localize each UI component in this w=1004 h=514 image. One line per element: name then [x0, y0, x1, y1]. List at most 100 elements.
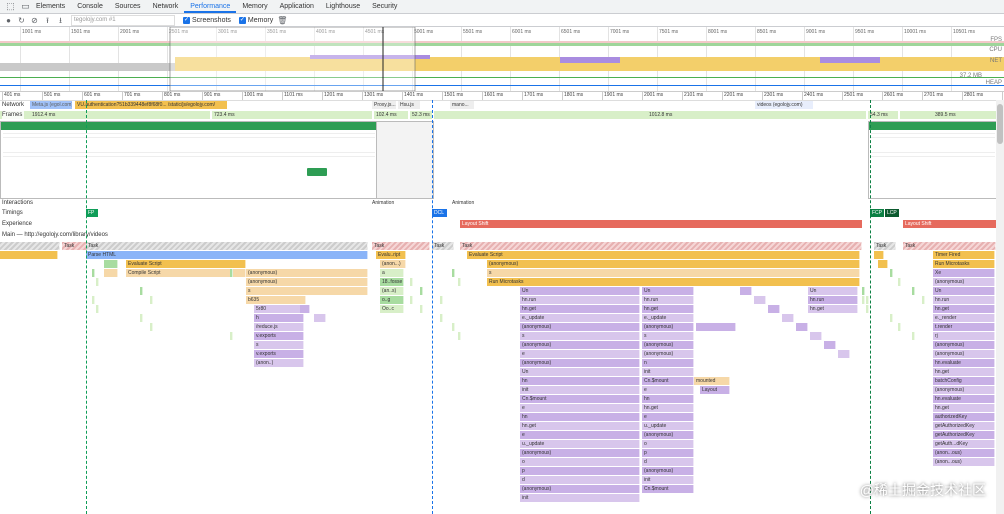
- flame-entry[interactable]: [862, 296, 865, 304]
- flame-entry[interactable]: [898, 278, 901, 286]
- flame-entry[interactable]: d: [520, 476, 640, 484]
- frame-bar[interactable]: 54.3 ms: [868, 111, 898, 119]
- frame-bar[interactable]: 723.4 ms: [212, 111, 372, 119]
- flame-entry[interactable]: hn.evaluate: [933, 395, 995, 403]
- flame-entry[interactable]: Task: [86, 242, 368, 250]
- flame-entry[interactable]: (anonymous): [520, 485, 640, 493]
- flame-entry[interactable]: Xe: [933, 269, 995, 277]
- flame-entry[interactable]: (anonymous): [933, 350, 995, 358]
- timings-track-label[interactable]: Timings: [2, 209, 25, 218]
- flame-entry[interactable]: [410, 296, 413, 304]
- flame-entry[interactable]: [230, 269, 233, 277]
- flame-entry[interactable]: Evalu..ript: [376, 251, 406, 259]
- flame-entry[interactable]: [92, 269, 95, 277]
- reload-icon[interactable]: ↻: [17, 16, 26, 25]
- flame-entry[interactable]: [420, 305, 423, 313]
- flame-entry[interactable]: [782, 314, 794, 322]
- flame-entry[interactable]: hn.get: [933, 404, 995, 412]
- flame-entry[interactable]: (anonymous): [642, 431, 694, 439]
- flame-entry[interactable]: 5r80: [254, 305, 304, 313]
- flame-entry[interactable]: getAuthorizedKey: [933, 431, 995, 439]
- flame-entry[interactable]: [440, 296, 443, 304]
- frames-track-label[interactable]: Frames: [2, 111, 25, 120]
- flame-entry[interactable]: (anon...ous): [933, 449, 995, 457]
- flame-entry[interactable]: p: [520, 467, 640, 475]
- flame-entry[interactable]: (anonymous): [520, 323, 640, 331]
- flame-entry[interactable]: [696, 323, 736, 331]
- flame-entry[interactable]: [314, 314, 326, 322]
- flame-entry[interactable]: [898, 323, 901, 331]
- flame-entry[interactable]: mounted: [694, 377, 730, 385]
- flame-entry[interactable]: h: [254, 314, 304, 322]
- flame-entry[interactable]: s: [254, 341, 304, 349]
- flame-entry[interactable]: v.exports: [254, 350, 304, 358]
- trash-icon[interactable]: 🗑: [277, 16, 287, 25]
- flame-entry[interactable]: [754, 296, 766, 304]
- frame-bar[interactable]: 1912.4 ms: [0, 111, 210, 119]
- flame-entry[interactable]: (anonymous): [487, 260, 860, 268]
- flame-entry[interactable]: s: [246, 287, 368, 295]
- flame-entry[interactable]: Timer Fired: [933, 251, 995, 259]
- flame-entry[interactable]: s: [487, 269, 860, 277]
- flame-entry[interactable]: e._update: [642, 314, 694, 322]
- flame-entry[interactable]: [96, 305, 99, 313]
- flame-entry[interactable]: Un: [808, 287, 858, 295]
- interactions-track-label[interactable]: Interactions: [2, 199, 36, 208]
- flame-entry[interactable]: [922, 296, 925, 304]
- upload-icon[interactable]: ⭱: [43, 16, 52, 25]
- tab-lighthouse[interactable]: Lighthouse: [320, 0, 366, 13]
- flame-entry[interactable]: e._update: [520, 314, 640, 322]
- flame-entry[interactable]: Compile Script: [126, 269, 246, 277]
- flame-entry[interactable]: getAuthorizedKey: [933, 422, 995, 430]
- screenshot-thumbnail[interactable]: [868, 121, 998, 199]
- flame-entry[interactable]: init: [520, 386, 640, 394]
- flame-entry[interactable]: (anonymous): [933, 386, 995, 394]
- network-request[interactable]: VU.authentication?51b339448ef8f68f0... /…: [75, 101, 227, 109]
- timing-fcp[interactable]: FCP: [870, 209, 884, 217]
- flame-entry[interactable]: Parse HTML: [86, 251, 368, 259]
- download-icon[interactable]: ⭳: [56, 16, 65, 25]
- timing-lcp[interactable]: LCP: [885, 209, 899, 217]
- vertical-scrollbar[interactable]: [996, 100, 1004, 514]
- flame-entry[interactable]: Oo..c: [380, 305, 404, 313]
- flame-entry[interactable]: o: [642, 440, 694, 448]
- flame-entry[interactable]: init: [642, 476, 694, 484]
- flame-entry[interactable]: Run Microtasks: [487, 278, 860, 286]
- flame-entry[interactable]: [878, 260, 888, 268]
- flame-entry[interactable]: t.render: [933, 323, 995, 331]
- flame-entry[interactable]: s: [520, 332, 640, 340]
- flame-entry[interactable]: n: [642, 359, 694, 367]
- frame-bar[interactable]: 389.5 ms: [900, 111, 996, 119]
- flame-entry[interactable]: [458, 332, 461, 340]
- flame-entry[interactable]: [140, 287, 143, 295]
- flame-entry[interactable]: [230, 332, 233, 340]
- flame-entry[interactable]: [912, 287, 915, 295]
- flame-entry[interactable]: hn.get: [642, 305, 694, 313]
- device-toolbar-icon[interactable]: ▭: [21, 1, 30, 11]
- layout-shift-bar[interactable]: Layout Shift: [460, 220, 862, 228]
- flame-entry[interactable]: d: [642, 458, 694, 466]
- overview-selection-window[interactable]: [169, 27, 416, 91]
- flame-entry[interactable]: Task: [874, 242, 896, 250]
- flame-entry[interactable]: [890, 269, 893, 277]
- network-request[interactable]: Proxy.js...: [372, 101, 396, 109]
- flame-entry[interactable]: hn.run: [520, 296, 640, 304]
- tab-network[interactable]: Network: [147, 0, 185, 13]
- flame-entry[interactable]: hn.run: [808, 296, 858, 304]
- flame-entry[interactable]: hn.run: [933, 296, 995, 304]
- record-icon[interactable]: ●: [4, 16, 13, 25]
- flame-entry[interactable]: [866, 296, 869, 304]
- tab-performance[interactable]: Performance: [184, 0, 237, 13]
- flame-entry[interactable]: Task: [460, 242, 862, 250]
- clear-icon[interactable]: ⊘: [30, 16, 39, 25]
- flame-entry[interactable]: (anonymous): [933, 278, 995, 286]
- flame-entry[interactable]: p: [642, 449, 694, 457]
- flame-entry[interactable]: [810, 332, 822, 340]
- flame-entry[interactable]: (anonymous): [933, 341, 995, 349]
- flame-entry[interactable]: (anonymous): [520, 341, 640, 349]
- flame-entry[interactable]: [458, 278, 461, 286]
- screenshot-thumbnail[interactable]: [376, 121, 434, 199]
- flame-entry[interactable]: Layout: [700, 386, 730, 394]
- main-flame-chart[interactable]: Task Task Task Task Task Task Task Parse HTML Ev…: [0, 241, 996, 514]
- tab-console[interactable]: Console: [71, 0, 109, 13]
